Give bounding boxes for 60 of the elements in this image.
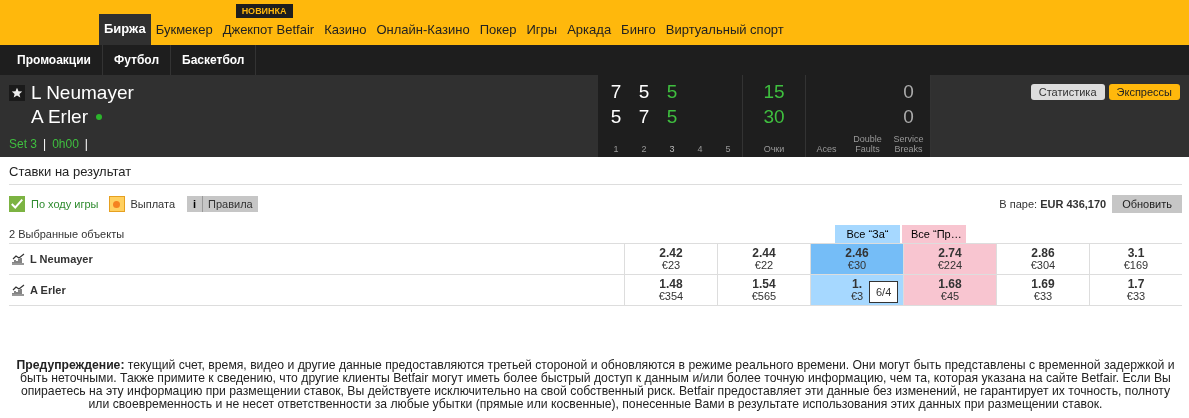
nav-tab[interactable]: Джекпот Betfair [217,15,320,45]
set-score: 5 [666,105,678,129]
new-badge: НОВИНКА [235,4,293,18]
market-title: Ставки на результат [9,157,1182,185]
nav-tab[interactable]: Покер [474,15,522,45]
checkbox[interactable] [9,196,25,212]
game-points: 30 [763,105,785,129]
set-score: 5 [610,105,622,129]
stat-label: Aces [816,144,837,154]
selections-count: 2 Выбранные объекты [9,228,125,242]
price-cell[interactable]: 2.74 €224 [903,244,996,274]
star-icon[interactable] [9,85,25,101]
set-number: 4 [697,144,703,154]
rules-button[interactable]: i Правила [187,196,258,212]
set-number: 2 [641,144,647,154]
price-cell[interactable]: 2.46 €30 [810,244,903,274]
inplay-label: По ходу игры [31,198,99,210]
points-label: Очки [763,144,785,154]
score-button[interactable]: Экспрессы [1108,84,1180,100]
disclaimer-text: Предупреждение: текущий счет, время, видео и другие данные предоставляются третьей стороной и обновляются в режиме реального времени. Они могут быть представлены с временной задержкой и быть неточными. Также примите к сведению, что другие клиенты Betfair могут иметь более быстрый доступ к данным и/или более точную информацию, чем та, которая указана на сайте Betfair. Если Вы опираетесь на эту информацию при размещении ставок, Вы действуете исключительно на свой собственный риск. Betfair предоставляет эти данные без изменений, не гарантирует их точность, полноту или своевременность и не несет ответственности за любые убытки (прямые или косвенные), понесенные Вами в результате использования этих данных при размещении ставок. [15,359,1176,411]
back-all-button[interactable]: Все “За“ [835,225,900,243]
stat-label: Service Breaks [892,134,925,154]
nav-tab[interactable]: Бинго [616,15,661,45]
separator: | [84,137,88,151]
payout-label: Выплата [130,198,176,210]
player-name: A Erler [31,106,89,128]
nav-tab[interactable]: Онлайн-Казино [371,15,475,45]
nav-tab[interactable]: Биржа [99,14,151,45]
nav-tab[interactable]: Казино [319,15,372,45]
nav-tab[interactable]: Виртуальный спорт [660,15,789,45]
stat-label: Double Faults [852,134,883,154]
set-score: 5 [638,80,650,104]
set-score: 7 [638,105,650,129]
price-cell[interactable]: 1.68 €45 [903,275,996,305]
nav-tab[interactable]: Букмекер [150,15,218,45]
set-label: Set 3 [9,137,38,151]
set-score: 5 [666,80,678,104]
stat-value: 0 [903,80,914,104]
lay-all-button[interactable]: Все “Пр… [902,225,966,243]
nav-tab[interactable]: Игры [521,15,563,45]
refresh-button[interactable]: Обновить [1112,195,1182,213]
chart-icon[interactable] [11,253,25,265]
runner-name: L Neumayer [30,253,93,265]
separator: | [43,137,47,151]
game-points: 15 [763,80,785,104]
matched-amount: В паре: EUR 436,170 [999,198,1107,210]
tooltip: 6/4 [869,281,899,303]
nav-tab[interactable]: Аркада [562,15,617,45]
chart-icon[interactable] [11,284,25,296]
runner-name: A Erler [30,284,66,296]
score-button[interactable]: Статистика [1030,84,1105,100]
set-number: 5 [725,144,731,154]
payout-icon[interactable] [108,196,125,212]
match-time: 0h00 [52,137,79,151]
stat-value: 0 [903,105,914,129]
player-name: L Neumayer [31,82,134,104]
set-number: 1 [613,144,619,154]
set-number: 3 [669,144,675,154]
price-cell[interactable]: 1. €3 6/4 [810,275,903,305]
set-score: 7 [610,80,622,104]
